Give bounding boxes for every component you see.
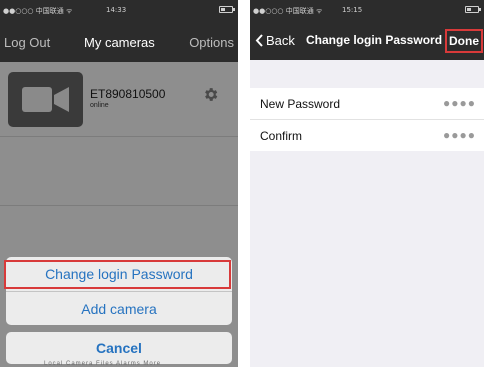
status-time: 15:15 xyxy=(342,6,363,14)
change-login-password-button[interactable]: Change login Password xyxy=(6,257,232,291)
password-form: New Password ●●●● Confirm ●●●● xyxy=(250,88,484,151)
field-value[interactable]: ●●●● xyxy=(443,96,476,110)
status-time: 14:33 xyxy=(106,6,127,14)
battery-icon xyxy=(465,6,481,13)
list-divider xyxy=(0,205,238,206)
carrier-label: ●●○○○ 中国联通 ᯤ xyxy=(3,7,73,15)
carrier-label: ●●○○○ 中国联通 ᯤ xyxy=(253,7,323,15)
done-button[interactable]: Done xyxy=(445,29,483,53)
camera-thumbnail xyxy=(8,72,83,127)
options-button[interactable]: Options xyxy=(189,35,234,50)
tab-bar-ghost: Local Camera Files Alarms More xyxy=(44,361,162,367)
field-label: Confirm xyxy=(260,129,303,143)
add-camera-button[interactable]: Add camera xyxy=(6,292,232,325)
cancel-button[interactable]: Cancel xyxy=(6,332,232,364)
field-label: New Password xyxy=(260,97,341,111)
back-label: Back xyxy=(266,33,295,48)
action-sheet: Change login Password Add camera xyxy=(6,257,232,325)
back-button[interactable]: Back xyxy=(255,33,295,48)
nav-bar: Back Change login Password Done xyxy=(250,20,484,60)
right-screen: ●●○○○ 中国联通 ᯤ 15:15 Back Change login Pas… xyxy=(250,0,484,367)
field-value[interactable]: ●●●● xyxy=(443,128,476,142)
chevron-left-icon xyxy=(255,34,263,47)
confirm-password-field[interactable]: Confirm ●●●● xyxy=(250,119,484,150)
video-camera-icon xyxy=(22,87,69,112)
list-divider xyxy=(0,136,238,137)
status-bar: ●●○○○ 中国联通 ᯤ 14:33 xyxy=(0,0,238,20)
camera-list-item[interactable]: ET890810500 online xyxy=(0,62,238,136)
camera-status: online xyxy=(90,102,109,109)
page-title: My cameras xyxy=(84,35,155,50)
status-bar: ●●○○○ 中国联通 ᯤ 15:15 xyxy=(250,0,484,20)
left-screen: ●●○○○ 中国联通 ᯤ 14:33 Log Out My cameras Op… xyxy=(0,0,238,367)
camera-name: ET890810500 xyxy=(90,87,166,101)
battery-icon xyxy=(219,6,235,13)
new-password-field[interactable]: New Password ●●●● xyxy=(250,88,484,119)
logout-button[interactable]: Log Out xyxy=(4,35,50,50)
gear-icon[interactable] xyxy=(202,86,219,103)
nav-bar: Log Out My cameras Options xyxy=(0,20,238,62)
page-title: Change login Password xyxy=(306,33,443,47)
